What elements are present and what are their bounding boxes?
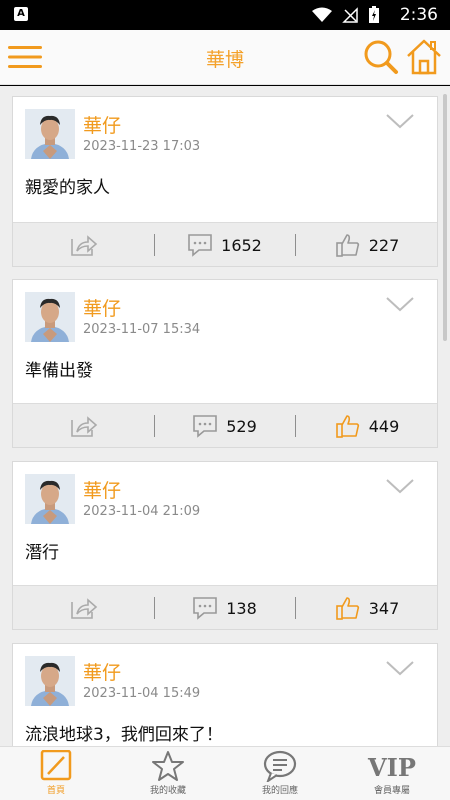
post-card: 華仔 2023-11-07 15:34 準備出發 529 449 [12, 279, 438, 448]
share-button[interactable] [13, 404, 154, 448]
nav-label: 首頁 [46, 786, 65, 796]
nav-favorites[interactable]: 我的收藏 [112, 747, 224, 800]
search-icon [364, 40, 398, 74]
avatar-image [25, 109, 75, 159]
expand-button[interactable] [385, 476, 415, 496]
like-count: 347 [368, 598, 400, 618]
nav-home[interactable]: 首頁 [0, 747, 112, 800]
comment-icon [193, 597, 218, 620]
thumbs-up-icon-liked [335, 597, 359, 620]
author-name[interactable]: 華仔 [83, 658, 121, 685]
like-button[interactable]: 227 [295, 223, 439, 267]
author-name[interactable]: 華仔 [83, 294, 121, 321]
vip-icon: VIP [367, 753, 416, 782]
chat-bubble-icon [263, 750, 297, 782]
like-count: 449 [368, 416, 400, 436]
post-date: 2023-11-04 21:09 [83, 504, 201, 519]
chevron-down-icon [386, 114, 414, 129]
author-name[interactable]: 華仔 [83, 111, 121, 138]
edit-icon [40, 750, 72, 781]
avatar-image [25, 292, 75, 342]
comment-icon [193, 415, 218, 438]
status-time: 2:36 [399, 5, 438, 25]
post-text[interactable]: 潛行 [25, 538, 59, 563]
comment-button[interactable]: 1652 [154, 223, 295, 267]
share-icon [70, 235, 97, 256]
comment-count: 529 [226, 416, 257, 436]
like-button[interactable]: 449 [295, 404, 439, 448]
post-date: 2023-11-23 17:03 [83, 139, 201, 154]
post-card: 華仔 2023-11-04 15:49 流浪地球3，我們回來了！ [12, 643, 438, 746]
like-count: 227 [368, 235, 400, 255]
avatar-image [25, 656, 75, 706]
thumbs-up-icon-liked [335, 415, 359, 438]
comment-count: 1652 [221, 235, 262, 255]
star-icon [152, 751, 184, 781]
share-icon [70, 598, 97, 619]
post-actions: 529 449 [13, 403, 437, 447]
author-name[interactable]: 華仔 [83, 476, 121, 503]
avatar[interactable] [25, 656, 75, 706]
post-text[interactable]: 親愛的家人 [25, 173, 110, 198]
post-feed[interactable]: 華仔 2023-11-23 17:03 親愛的家人 1652 227 華仔 20… [0, 86, 450, 746]
svg-text:VIP: VIP [367, 753, 416, 782]
home-icon [407, 39, 441, 75]
nav-replies[interactable]: 我的回應 [224, 747, 336, 800]
expand-button[interactable] [385, 111, 415, 131]
avatar[interactable] [25, 109, 75, 159]
share-icon [70, 416, 97, 437]
nav-label: 我的回應 [261, 786, 298, 796]
post-actions: 1652 227 [13, 222, 437, 266]
no-signal-icon [342, 7, 358, 23]
nav-label: 我的收藏 [149, 786, 186, 796]
comment-count: 138 [226, 598, 257, 618]
battery-icon [369, 6, 379, 23]
nav-vip[interactable]: VIP 會員專屬 [336, 747, 448, 800]
post-date: 2023-11-07 15:34 [83, 322, 201, 337]
expand-button[interactable] [385, 294, 415, 314]
scrollbar[interactable] [443, 94, 447, 341]
avatar-image [25, 474, 75, 524]
nav-label: 會員專屬 [373, 786, 410, 796]
post-text[interactable]: 準備出發 [25, 356, 93, 381]
post-card: 華仔 2023-11-04 21:09 潛行 138 347 [12, 461, 438, 630]
share-button[interactable] [13, 223, 154, 267]
chevron-down-icon [386, 661, 414, 676]
wifi-icon [312, 7, 332, 22]
post-date: 2023-11-04 15:49 [83, 686, 201, 701]
status-bar: A 2:36 [0, 0, 450, 30]
post-card: 華仔 2023-11-23 17:03 親愛的家人 1652 227 [12, 96, 438, 267]
bottom-nav: 首頁 我的收藏 我的回應 VIP 會員專屬 [0, 746, 450, 800]
post-text[interactable]: 流浪地球3，我們回來了！ [25, 720, 223, 745]
comment-button[interactable]: 138 [154, 586, 295, 630]
chevron-down-icon [386, 297, 414, 312]
expand-button[interactable] [385, 658, 415, 678]
app-bar: 華博 [0, 30, 450, 85]
app-notification-icon: A [14, 7, 28, 21]
avatar[interactable] [25, 474, 75, 524]
avatar[interactable] [25, 292, 75, 342]
search-button[interactable] [362, 38, 400, 76]
like-button[interactable]: 347 [295, 586, 439, 630]
comment-icon [188, 234, 212, 257]
home-button[interactable] [404, 36, 444, 76]
share-button[interactable] [13, 586, 154, 630]
chevron-down-icon [386, 479, 414, 494]
comment-button[interactable]: 529 [154, 404, 295, 448]
post-actions: 138 347 [13, 585, 437, 629]
thumbs-up-icon [335, 234, 359, 257]
